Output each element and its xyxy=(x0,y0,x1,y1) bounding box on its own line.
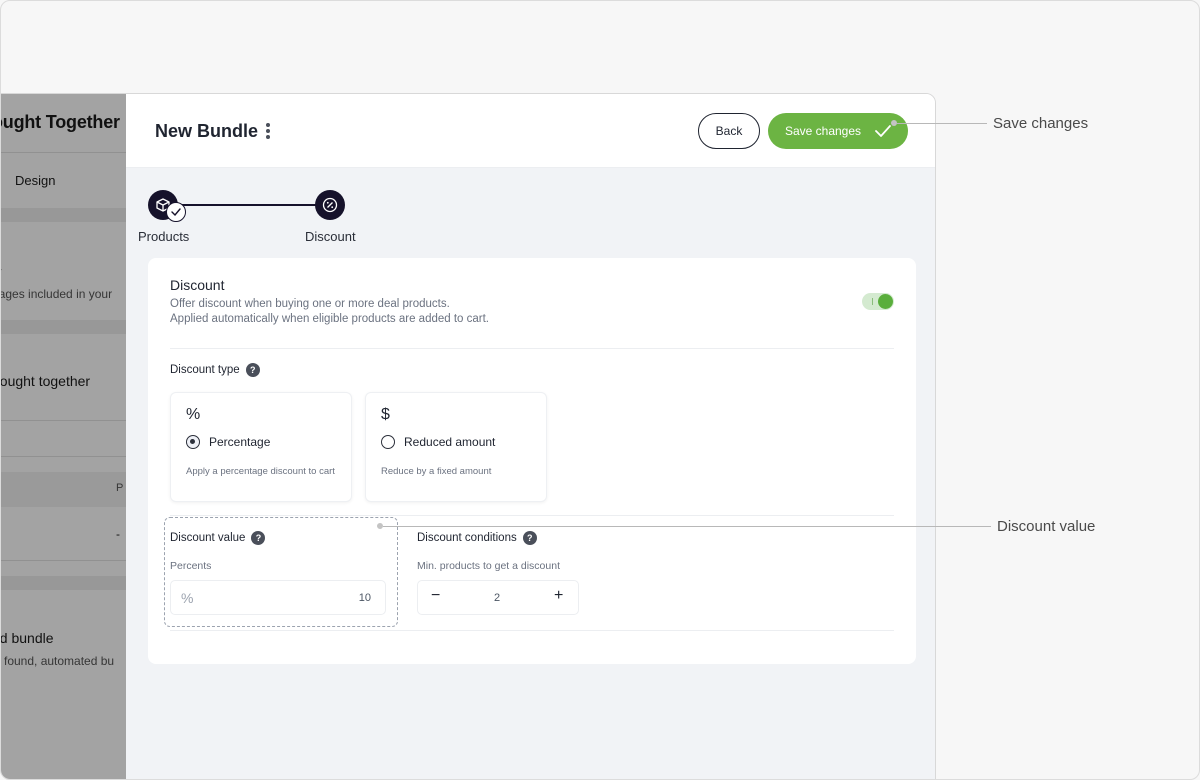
min-products-stepper: − 2 + xyxy=(417,580,579,615)
discount-type-heading: Discount type ? xyxy=(170,363,260,377)
callout-discount-value: Discount value xyxy=(997,518,1096,535)
reduced-amount-radio[interactable] xyxy=(381,435,395,449)
discount-value-label: Discount value xyxy=(170,532,246,544)
discount-conditions-label: Discount conditions xyxy=(417,532,517,544)
reduced-amount-description: Reduce by a fixed amount xyxy=(381,466,492,477)
increment-button[interactable]: + xyxy=(554,587,563,605)
modal-overlay[interactable] xyxy=(1,94,126,779)
discount-card: Discount Offer discount when buying one … xyxy=(148,258,916,664)
modal-header: New Bundle Back Save changes xyxy=(126,94,935,168)
more-options-icon[interactable] xyxy=(266,123,270,139)
back-button[interactable]: Back xyxy=(698,113,760,149)
checkmark-icon xyxy=(875,125,891,137)
step-complete-check-icon xyxy=(166,202,186,222)
step-products-label: Products xyxy=(138,229,190,244)
discount-description-line2: Applied automatically when eligible prod… xyxy=(170,313,489,325)
step-discount[interactable] xyxy=(315,190,345,220)
section-divider xyxy=(170,630,894,631)
step-discount-label: Discount xyxy=(305,229,356,244)
percent-symbol-icon: % xyxy=(186,406,201,423)
section-divider xyxy=(170,348,894,349)
percentage-radio[interactable] xyxy=(186,435,200,449)
bundle-modal: New Bundle Back Save changes Products Di… xyxy=(126,94,935,779)
save-changes-label: Save changes xyxy=(784,124,862,138)
stepper-connector xyxy=(170,204,318,206)
section-divider xyxy=(170,515,894,516)
discount-conditions-sublabel: Min. products to get a discount xyxy=(417,560,560,572)
discount-conditions-heading: Discount conditions ? xyxy=(417,531,537,545)
percent-badge-icon xyxy=(322,197,338,213)
modal-title: New Bundle xyxy=(155,121,259,141)
percentage-label: Percentage xyxy=(209,435,271,449)
help-icon[interactable]: ? xyxy=(522,531,537,545)
canvas: ought Together Design w pages included i… xyxy=(0,0,1200,780)
help-icon[interactable]: ? xyxy=(251,531,266,545)
discount-title: Discount xyxy=(170,277,225,293)
decrement-button[interactable]: − xyxy=(431,587,440,605)
app-window: ought Together Design w pages included i… xyxy=(1,93,936,779)
discount-description-line1: Offer discount when buying one or more d… xyxy=(170,298,450,310)
callout-save-changes: Save changes xyxy=(993,115,1089,132)
dollar-symbol-icon: $ xyxy=(381,406,390,423)
discount-value-input[interactable]: % 10 xyxy=(170,580,386,615)
discount-type-label: Discount type xyxy=(170,364,240,376)
discount-value-sublabel: Percents xyxy=(170,560,212,572)
discount-value-text: 10 xyxy=(358,592,371,604)
percentage-description: Apply a percentage discount to cart xyxy=(186,466,335,477)
percent-prefix-icon: % xyxy=(181,590,194,606)
callout-line xyxy=(897,123,987,124)
discount-enabled-toggle[interactable] xyxy=(862,293,894,310)
option-percentage[interactable]: % Percentage Apply a percentage discount… xyxy=(170,392,352,502)
discount-value-heading: Discount value ? xyxy=(170,531,266,545)
min-products-value[interactable]: 2 xyxy=(494,592,500,604)
help-icon[interactable]: ? xyxy=(245,363,260,377)
save-changes-button[interactable]: Save changes xyxy=(768,113,908,149)
callout-line xyxy=(383,526,991,527)
reduced-amount-label: Reduced amount xyxy=(404,435,496,449)
option-reduced-amount[interactable]: $ Reduced amount Reduce by a fixed amoun… xyxy=(365,392,547,502)
